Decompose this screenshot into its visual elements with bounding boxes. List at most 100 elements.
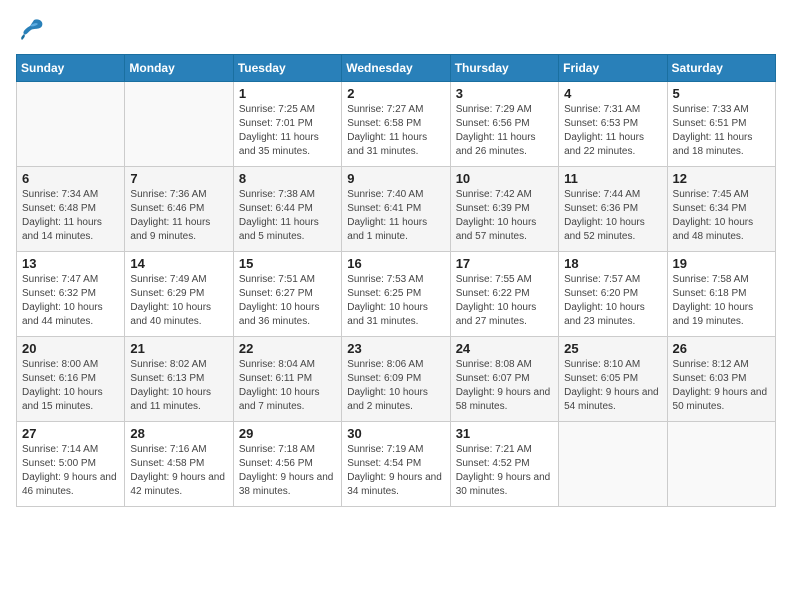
calendar-week-row: 20 Sunrise: 8:00 AM Sunset: 6:16 PM Dayli…: [17, 337, 776, 422]
cell-sun-info: Sunrise: 7:14 AM Sunset: 5:00 PM Dayligh…: [22, 443, 119, 499]
cell-sun-info: Sunrise: 8:04 AM Sunset: 6:11 PM Dayligh…: [239, 358, 336, 414]
calendar-cell: 21 Sunrise: 8:02 AM Sunset: 6:13 PM Dayli…: [125, 337, 233, 422]
cell-sun-info: Sunrise: 7:49 AM Sunset: 6:29 PM Dayligh…: [130, 273, 227, 329]
calendar-cell: 8 Sunrise: 7:38 AM Sunset: 6:44 PM Daylig…: [233, 167, 341, 252]
cell-sun-info: Sunrise: 8:00 AM Sunset: 6:16 PM Dayligh…: [22, 358, 119, 414]
calendar-cell: 14 Sunrise: 7:49 AM Sunset: 6:29 PM Dayli…: [125, 252, 233, 337]
day-number: 8: [239, 171, 336, 186]
calendar-cell: 16 Sunrise: 7:53 AM Sunset: 6:25 PM Dayli…: [342, 252, 450, 337]
cell-sun-info: Sunrise: 7:53 AM Sunset: 6:25 PM Dayligh…: [347, 273, 444, 329]
day-number: 20: [22, 341, 119, 356]
calendar-cell: 15 Sunrise: 7:51 AM Sunset: 6:27 PM Dayli…: [233, 252, 341, 337]
day-number: 18: [564, 256, 661, 271]
day-number: 19: [673, 256, 770, 271]
day-number: 2: [347, 86, 444, 101]
calendar-cell: 28 Sunrise: 7:16 AM Sunset: 4:58 PM Dayli…: [125, 422, 233, 507]
calendar-table: SundayMondayTuesdayWednesdayThursdayFrid…: [16, 54, 776, 507]
calendar-cell: 24Sunrise: 8:08 AM Sunset: 6:07 PM Dayli…: [450, 337, 558, 422]
day-number: 31: [456, 426, 553, 441]
calendar-cell: 19 Sunrise: 7:58 AM Sunset: 6:18 PM Dayli…: [667, 252, 775, 337]
day-number: 16: [347, 256, 444, 271]
day-number: 7: [130, 171, 227, 186]
cell-sun-info: Sunrise: 7:51 AM Sunset: 6:27 PM Dayligh…: [239, 273, 336, 329]
cell-sun-info: Sunrise: 7:58 AM Sunset: 6:18 PM Dayligh…: [673, 273, 770, 329]
day-number: 23: [347, 341, 444, 356]
day-number: 28: [130, 426, 227, 441]
calendar-cell: 25Sunrise: 8:10 AM Sunset: 6:05 PM Dayli…: [559, 337, 667, 422]
cell-sun-info: Sunrise: 7:44 AM Sunset: 6:36 PM Dayligh…: [564, 188, 661, 244]
calendar-week-row: 27 Sunrise: 7:14 AM Sunset: 5:00 PM Dayli…: [17, 422, 776, 507]
cell-sun-info: Sunrise: 7:45 AM Sunset: 6:34 PM Dayligh…: [673, 188, 770, 244]
calendar-cell: 23 Sunrise: 8:06 AM Sunset: 6:09 PM Dayli…: [342, 337, 450, 422]
cell-sun-info: Sunrise: 7:31 AM Sunset: 6:53 PM Dayligh…: [564, 103, 661, 159]
calendar-cell: 1Sunrise: 7:25 AM Sunset: 7:01 PM Daylig…: [233, 82, 341, 167]
cell-sun-info: Sunrise: 7:55 AM Sunset: 6:22 PM Dayligh…: [456, 273, 553, 329]
calendar-body: 1Sunrise: 7:25 AM Sunset: 7:01 PM Daylig…: [17, 82, 776, 507]
calendar-cell: 4 Sunrise: 7:31 AM Sunset: 6:53 PM Daylig…: [559, 82, 667, 167]
calendar-cell: 22 Sunrise: 8:04 AM Sunset: 6:11 PM Dayli…: [233, 337, 341, 422]
calendar-week-row: 13 Sunrise: 7:47 AM Sunset: 6:32 PM Dayli…: [17, 252, 776, 337]
cell-sun-info: Sunrise: 8:10 AM Sunset: 6:05 PM Dayligh…: [564, 358, 661, 414]
cell-sun-info: Sunrise: 7:16 AM Sunset: 4:58 PM Dayligh…: [130, 443, 227, 499]
cell-sun-info: Sunrise: 8:12 AM Sunset: 6:03 PM Dayligh…: [673, 358, 770, 414]
cell-sun-info: Sunrise: 7:27 AM Sunset: 6:58 PM Dayligh…: [347, 103, 444, 159]
day-number: 13: [22, 256, 119, 271]
calendar-cell: 12 Sunrise: 7:45 AM Sunset: 6:34 PM Dayli…: [667, 167, 775, 252]
day-number: 3: [456, 86, 553, 101]
cell-sun-info: Sunrise: 7:19 AM Sunset: 4:54 PM Dayligh…: [347, 443, 444, 499]
cell-sun-info: Sunrise: 7:47 AM Sunset: 6:32 PM Dayligh…: [22, 273, 119, 329]
calendar-cell: 5 Sunrise: 7:33 AM Sunset: 6:51 PM Daylig…: [667, 82, 775, 167]
cell-sun-info: Sunrise: 7:57 AM Sunset: 6:20 PM Dayligh…: [564, 273, 661, 329]
day-number: 15: [239, 256, 336, 271]
calendar-cell: 18 Sunrise: 7:57 AM Sunset: 6:20 PM Dayli…: [559, 252, 667, 337]
logo: [16, 16, 50, 44]
column-header-sunday: Sunday: [17, 55, 125, 82]
calendar-cell: 11 Sunrise: 7:44 AM Sunset: 6:36 PM Dayli…: [559, 167, 667, 252]
calendar-week-row: 1Sunrise: 7:25 AM Sunset: 7:01 PM Daylig…: [17, 82, 776, 167]
calendar-cell: [559, 422, 667, 507]
calendar-cell: 30 Sunrise: 7:19 AM Sunset: 4:54 PM Dayli…: [342, 422, 450, 507]
day-number: 6: [22, 171, 119, 186]
column-header-thursday: Thursday: [450, 55, 558, 82]
calendar-cell: [17, 82, 125, 167]
calendar-cell: 27 Sunrise: 7:14 AM Sunset: 5:00 PM Dayli…: [17, 422, 125, 507]
cell-sun-info: Sunrise: 8:06 AM Sunset: 6:09 PM Dayligh…: [347, 358, 444, 414]
day-number: 30: [347, 426, 444, 441]
cell-sun-info: Sunrise: 7:42 AM Sunset: 6:39 PM Dayligh…: [456, 188, 553, 244]
day-number: 10: [456, 171, 553, 186]
day-number: 22: [239, 341, 336, 356]
day-number: 12: [673, 171, 770, 186]
calendar-cell: 13 Sunrise: 7:47 AM Sunset: 6:32 PM Dayli…: [17, 252, 125, 337]
day-number: 21: [130, 341, 227, 356]
page-header: [16, 16, 776, 44]
calendar-cell: 29Sunrise: 7:18 AM Sunset: 4:56 PM Dayli…: [233, 422, 341, 507]
calendar-cell: [667, 422, 775, 507]
column-header-monday: Monday: [125, 55, 233, 82]
column-header-wednesday: Wednesday: [342, 55, 450, 82]
calendar-cell: 20 Sunrise: 8:00 AM Sunset: 6:16 PM Dayli…: [17, 337, 125, 422]
cell-sun-info: Sunrise: 7:33 AM Sunset: 6:51 PM Dayligh…: [673, 103, 770, 159]
calendar-cell: 17Sunrise: 7:55 AM Sunset: 6:22 PM Dayli…: [450, 252, 558, 337]
cell-sun-info: Sunrise: 8:08 AM Sunset: 6:07 PM Dayligh…: [456, 358, 553, 414]
calendar-cell: 26Sunrise: 8:12 AM Sunset: 6:03 PM Dayli…: [667, 337, 775, 422]
column-header-tuesday: Tuesday: [233, 55, 341, 82]
calendar-header-row: SundayMondayTuesdayWednesdayThursdayFrid…: [17, 55, 776, 82]
day-number: 4: [564, 86, 661, 101]
calendar-cell: 10 Sunrise: 7:42 AM Sunset: 6:39 PM Dayli…: [450, 167, 558, 252]
day-number: 5: [673, 86, 770, 101]
cell-sun-info: Sunrise: 7:38 AM Sunset: 6:44 PM Dayligh…: [239, 188, 336, 244]
day-number: 1: [239, 86, 336, 101]
day-number: 9: [347, 171, 444, 186]
day-number: 29: [239, 426, 336, 441]
logo-bird-icon: [16, 16, 46, 44]
cell-sun-info: Sunrise: 7:34 AM Sunset: 6:48 PM Dayligh…: [22, 188, 119, 244]
day-number: 11: [564, 171, 661, 186]
day-number: 14: [130, 256, 227, 271]
calendar-cell: 7 Sunrise: 7:36 AM Sunset: 6:46 PM Daylig…: [125, 167, 233, 252]
calendar-cell: 31Sunrise: 7:21 AM Sunset: 4:52 PM Dayli…: [450, 422, 558, 507]
calendar-cell: 3Sunrise: 7:29 AM Sunset: 6:56 PM Daylig…: [450, 82, 558, 167]
day-number: 27: [22, 426, 119, 441]
calendar-week-row: 6 Sunrise: 7:34 AM Sunset: 6:48 PM Daylig…: [17, 167, 776, 252]
cell-sun-info: Sunrise: 8:02 AM Sunset: 6:13 PM Dayligh…: [130, 358, 227, 414]
cell-sun-info: Sunrise: 7:36 AM Sunset: 6:46 PM Dayligh…: [130, 188, 227, 244]
